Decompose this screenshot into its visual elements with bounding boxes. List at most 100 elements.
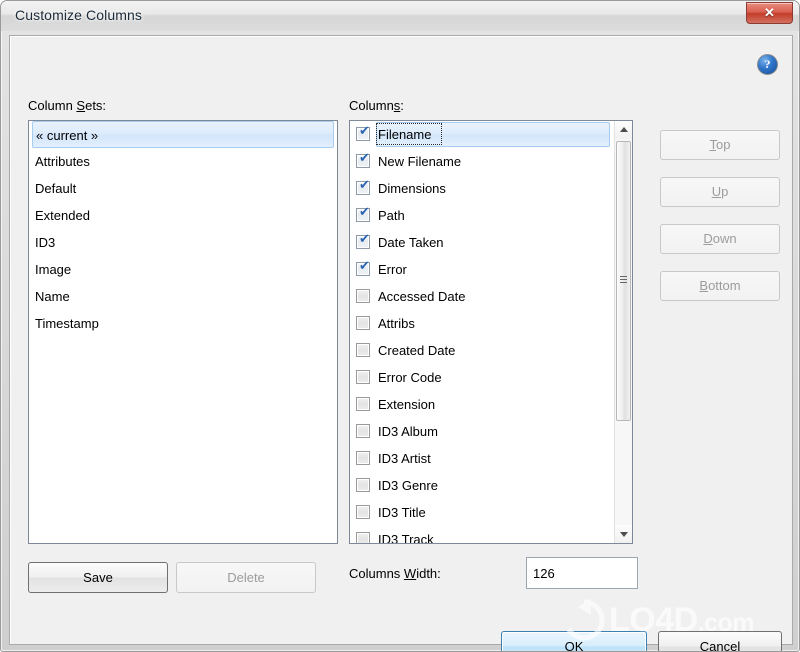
column-set-item[interactable]: Default	[29, 175, 337, 202]
columns-width-accel: W	[403, 566, 417, 581]
column-item-row[interactable]: ID3 Album	[350, 418, 614, 445]
column-set-item[interactable]: Image	[29, 256, 337, 283]
column-item-label: ID3 Title	[378, 505, 426, 520]
column-item-row[interactable]: Attribs	[350, 310, 614, 337]
up-button[interactable]: Up	[660, 177, 780, 207]
column-item-row[interactable]: Extension	[350, 391, 614, 418]
checkmark-icon: ✔	[359, 178, 370, 193]
column-set-item-label: Default	[35, 181, 77, 196]
close-button[interactable]: ✕	[746, 2, 793, 24]
column-item-row[interactable]: Error Code	[350, 364, 614, 391]
column-item-row[interactable]: ✔ Filename	[350, 121, 614, 148]
columns-width-input[interactable]	[526, 557, 638, 589]
checkbox-unchecked-icon[interactable]	[356, 316, 370, 330]
help-glyph: ?	[764, 57, 771, 71]
column-sets-label: Column Sets:	[28, 98, 107, 113]
checkbox-unchecked-icon[interactable]	[356, 343, 370, 357]
column-item-row[interactable]: ✔ Path	[350, 202, 614, 229]
column-set-item[interactable]: « current »	[32, 121, 334, 148]
column-set-item-label: Image	[35, 262, 72, 277]
scrollbar-down-arrow-icon[interactable]	[615, 525, 632, 543]
column-item-row[interactable]: Accessed Date	[350, 283, 614, 310]
dialog-window: Customize Columns ✕ ? Column Sets: Colum…	[0, 0, 800, 652]
ok-button[interactable]: OK	[501, 631, 647, 652]
window-title: Customize Columns	[15, 7, 142, 23]
column-item-row[interactable]: ID3 Genre	[350, 472, 614, 499]
checkmark-icon: ✔	[359, 232, 370, 247]
checkbox-unchecked-icon[interactable]	[356, 370, 370, 384]
column-set-item-label: Timestamp	[35, 316, 99, 331]
columns-scrollbar[interactable]	[614, 121, 632, 543]
column-set-item[interactable]: ID3	[29, 229, 337, 256]
accelerator-char: D	[703, 231, 713, 246]
checkbox-checked-icon[interactable]: ✔	[356, 178, 370, 195]
save-button-label: Save	[83, 570, 113, 585]
checkbox-unchecked-icon[interactable]	[356, 532, 370, 543]
scrollbar-up-arrow-icon[interactable]	[615, 121, 632, 139]
cancel-button-label: Cancel	[699, 639, 741, 652]
column-item-row[interactable]: ✔ Dimensions	[350, 175, 614, 202]
checkbox-unchecked-icon[interactable]	[356, 424, 370, 438]
checkbox-checked-icon[interactable]: ✔	[356, 206, 370, 222]
column-item-label: New Filename	[378, 154, 462, 169]
dialog-client-area: ? Column Sets: Columns: « current » Attri…	[9, 35, 793, 651]
accelerator-char: U	[711, 184, 722, 199]
column-item-label: ID3 Track	[378, 532, 434, 543]
checkbox-unchecked-icon[interactable]	[356, 451, 370, 465]
bottom-button[interactable]: Bottom	[660, 271, 780, 301]
checkbox-checked-icon[interactable]: ✔	[356, 259, 370, 276]
columns-width-label: Columns Width:	[349, 566, 441, 581]
column-item-row[interactable]: ID3 Artist	[350, 445, 614, 472]
checkmark-icon: ✔	[359, 151, 370, 166]
checkmark-icon: ✔	[359, 124, 370, 139]
down-button[interactable]: Down	[660, 224, 780, 254]
column-set-item-label: Attributes	[35, 154, 90, 169]
scrollbar-thumb[interactable]	[616, 141, 631, 421]
up-button-label: Up	[711, 184, 729, 199]
cancel-button[interactable]: Cancel	[658, 631, 782, 652]
ok-button-label: OK	[564, 639, 584, 652]
column-sets-listbox[interactable]: « current » Attributes Default Extended ID3 I…	[28, 120, 338, 544]
checkmark-icon: ✔	[359, 259, 370, 274]
column-item-label: Error	[378, 262, 407, 277]
column-item-label: Dimensions	[378, 181, 446, 196]
column-set-item-label: Extended	[35, 208, 90, 223]
column-item-row[interactable]: Created Date	[350, 337, 614, 364]
delete-button[interactable]: Delete	[176, 562, 316, 593]
checkbox-unchecked-icon[interactable]	[356, 397, 370, 411]
column-item-row[interactable]: ID3 Title	[350, 499, 614, 526]
save-button[interactable]: Save	[28, 562, 168, 593]
checkbox-checked-icon[interactable]: ✔	[356, 151, 370, 168]
checkbox-checked-icon[interactable]: ✔	[356, 124, 370, 141]
top-button[interactable]: Top	[660, 130, 780, 160]
triangle-up-icon	[619, 127, 628, 132]
checkbox-unchecked-icon[interactable]	[356, 478, 370, 492]
focus-rectangle	[376, 123, 442, 145]
column-set-item[interactable]: Name	[29, 283, 337, 310]
columns-listbox[interactable]: ✔ Filename ✔ New Filename ✔ Dimensions ✔ Path ✔ D…	[349, 120, 633, 544]
column-item-row[interactable]: ✔ New Filename	[350, 148, 614, 175]
column-item-label: Created Date	[378, 343, 456, 358]
column-item-label: ID3 Artist	[378, 451, 431, 466]
column-item-row[interactable]: ✔ Date Taken	[350, 229, 614, 256]
triangle-down-icon	[619, 532, 628, 537]
column-sets-list-inner: « current » Attributes Default Extended ID3 I…	[29, 121, 337, 543]
columns-label: Columns:	[349, 98, 404, 113]
column-item-label: ID3 Genre	[378, 478, 438, 493]
title-bar: Customize Columns ✕	[1, 1, 799, 31]
accelerator-char: T	[709, 137, 717, 152]
checkbox-checked-icon[interactable]: ✔	[356, 232, 370, 249]
checkbox-unchecked-icon[interactable]	[356, 289, 370, 303]
columns-accel: s	[393, 98, 401, 113]
column-item-label: ID3 Album	[378, 424, 438, 439]
top-button-label: Top	[709, 137, 731, 152]
column-set-item-label: ID3	[35, 235, 56, 250]
column-set-item[interactable]: Timestamp	[29, 310, 337, 337]
down-button-label: Down	[703, 231, 737, 246]
column-set-item[interactable]: Attributes	[29, 148, 337, 175]
column-item-row[interactable]: ✔ Error	[350, 256, 614, 283]
column-set-item[interactable]: Extended	[29, 202, 337, 229]
column-item-row[interactable]: ID3 Track	[350, 526, 614, 543]
checkbox-unchecked-icon[interactable]	[356, 505, 370, 519]
help-icon[interactable]: ?	[757, 54, 778, 75]
